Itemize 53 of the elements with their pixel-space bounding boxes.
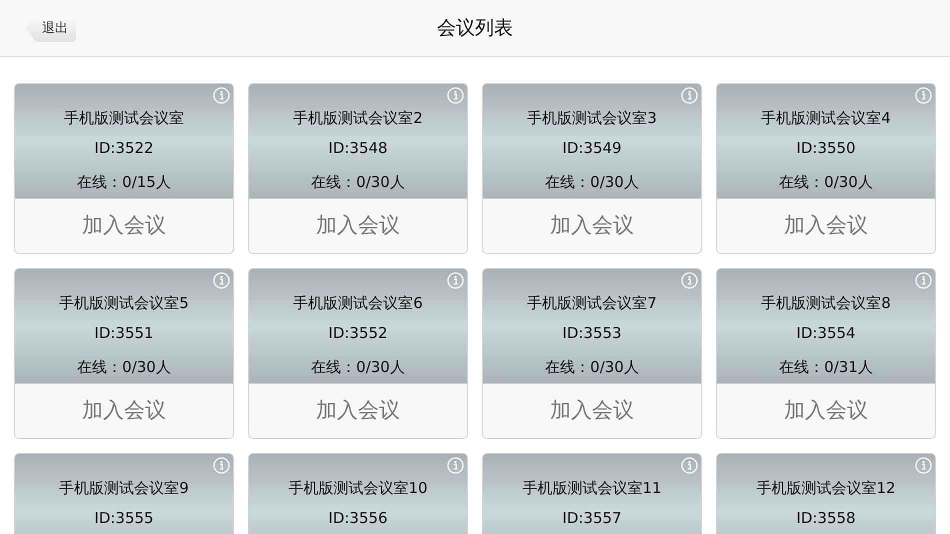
room-name: 手机版测试会议室7 — [527, 293, 657, 314]
room-name: 手机版测试会议室12 — [756, 478, 896, 499]
info-icon[interactable] — [213, 87, 230, 104]
info-icon[interactable] — [213, 272, 230, 289]
online-count: 在线：0/30人 — [311, 172, 405, 193]
info-icon[interactable] — [213, 457, 230, 474]
room-id: ID:3549 — [562, 138, 622, 158]
info-icon[interactable] — [681, 457, 698, 474]
join-meeting-button[interactable]: 加入会议 — [15, 198, 233, 253]
room-id: ID:3554 — [796, 322, 856, 344]
online-count: 在线：0/15人 — [77, 172, 171, 193]
room-id: ID:3557 — [562, 508, 622, 528]
room-id: ID:3558 — [796, 508, 856, 528]
room-id: ID:3522 — [94, 138, 154, 158]
info-icon[interactable] — [447, 87, 464, 104]
online-count: 在线：0/30人 — [545, 357, 639, 378]
room-name: 手机版测试会议室4 — [761, 108, 891, 129]
room-id: ID:3550 — [796, 138, 856, 158]
join-meeting-button[interactable]: 加入会议 — [249, 383, 467, 438]
room-name: 手机版测试会议室6 — [293, 293, 423, 314]
room-name: 手机版测试会议室9 — [59, 478, 189, 499]
info-icon[interactable] — [915, 87, 932, 104]
online-count: 在线：0/31人 — [779, 357, 873, 378]
info-icon[interactable] — [681, 272, 698, 289]
info-icon[interactable] — [915, 272, 932, 289]
info-icon[interactable] — [447, 272, 464, 289]
online-count: 在线：0/30人 — [311, 357, 405, 378]
join-meeting-button[interactable]: 加入会议 — [483, 198, 701, 253]
online-count: 在线：0/30人 — [545, 172, 639, 193]
room-name: 手机版测试会议室5 — [59, 293, 189, 314]
join-meeting-button[interactable]: 加入会议 — [483, 383, 701, 438]
online-count: 在线：0/30人 — [77, 357, 171, 378]
room-id: ID:3551 — [94, 322, 154, 344]
room-name: 手机版测试会议室10 — [288, 478, 428, 499]
online-count: 在线：0/30人 — [779, 172, 873, 193]
join-meeting-button[interactable]: 加入会议 — [15, 383, 233, 438]
join-meeting-button[interactable]: 加入会议 — [249, 198, 467, 253]
info-icon[interactable] — [915, 457, 932, 474]
room-id: ID:3555 — [94, 508, 154, 528]
room-id: ID:3553 — [562, 322, 622, 344]
info-icon[interactable] — [681, 87, 698, 104]
join-meeting-button[interactable]: 加入会议 — [717, 198, 935, 253]
room-id: ID:3556 — [328, 508, 388, 528]
room-id: ID:3548 — [328, 138, 388, 158]
room-name: 手机版测试会议室 — [64, 108, 184, 129]
room-name: 手机版测试会议室11 — [522, 478, 662, 499]
room-name: 手机版测试会议室3 — [527, 108, 657, 129]
room-name: 手机版测试会议室2 — [293, 108, 423, 129]
page-title: 会议列表 — [437, 16, 513, 41]
room-id: ID:3552 — [328, 322, 388, 344]
room-name: 手机版测试会议室8 — [761, 293, 891, 314]
info-icon[interactable] — [447, 457, 464, 474]
join-meeting-button[interactable]: 加入会议 — [717, 383, 935, 438]
